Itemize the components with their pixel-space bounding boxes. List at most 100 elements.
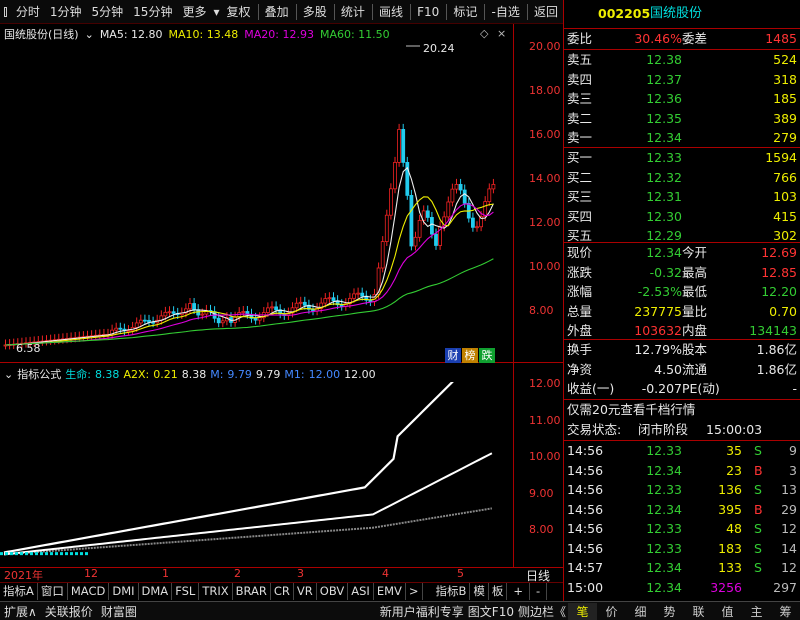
quote-row: 14:56 12.33 48 S 12 xyxy=(564,519,800,539)
m-dotted-line xyxy=(3,507,493,556)
chevron-down-icon[interactable]: ⌄ xyxy=(85,28,94,41)
tab-fsl[interactable]: FSL xyxy=(172,583,200,600)
fund-value: 1.86亿 xyxy=(756,361,797,377)
date-tick: 5 xyxy=(457,567,464,580)
indicator-chart[interactable] xyxy=(0,382,513,567)
draw-line-button[interactable]: 画线 xyxy=(374,0,408,24)
multi-stock-button[interactable]: 多股 xyxy=(298,0,332,24)
tab-5min[interactable]: 5分钟 xyxy=(87,0,129,24)
ranking-badge[interactable]: 榜 xyxy=(462,348,478,363)
a2x-value2: 8.38 xyxy=(181,367,207,381)
candle xyxy=(241,305,246,317)
ma10-line xyxy=(5,196,494,346)
stat-value: 237775 xyxy=(634,303,682,319)
quote-row: 卖三 12.36 185 xyxy=(564,89,800,109)
indicator-title[interactable]: 指标公式 xyxy=(17,366,61,382)
tab-window[interactable]: 窗口 xyxy=(38,583,68,600)
tab-price[interactable]: 价 xyxy=(597,603,626,620)
mark-button[interactable]: 标记 xyxy=(448,0,482,24)
graphic-f10-button[interactable]: 图文F10 xyxy=(466,603,516,620)
close-icon[interactable]: × xyxy=(497,27,506,40)
ask-volume: 279 xyxy=(773,130,797,145)
tab-dma[interactable]: DMA xyxy=(139,583,173,600)
tick-time: 14:56 xyxy=(567,443,604,458)
fund-value: - xyxy=(792,381,797,396)
new-user-promo[interactable]: 新用户福利专享 xyxy=(378,603,466,620)
m-label: M: xyxy=(210,367,224,381)
candle xyxy=(470,212,475,232)
tab-brar[interactable]: BRAR xyxy=(233,583,271,600)
chevron-down-icon[interactable]: ⌄ xyxy=(4,368,13,381)
status-bar: 扩展∧ 关联报价 财富圈 新用户福利专享 图文F10 侧边栏《 笔 价 细 势 … xyxy=(0,601,800,620)
tab-trend[interactable]: 势 xyxy=(655,603,684,620)
tab-tick[interactable]: 笔 xyxy=(568,602,597,620)
overlay-button[interactable]: 叠加 xyxy=(260,0,294,24)
tab-board[interactable]: 板 xyxy=(489,583,508,600)
depth-promo[interactable]: 仅需20元查看千档行情 xyxy=(567,400,695,420)
tab-cr[interactable]: CR xyxy=(271,583,294,600)
stats-button[interactable]: 统计 xyxy=(336,0,370,24)
wealth-circle-button[interactable]: 财富圈 xyxy=(97,603,141,620)
stat-label: 最高 xyxy=(682,264,708,280)
quote-panel: 002205 国统股份 委比 30.46% 委差 1485 卖五 12.38 524… xyxy=(564,0,800,600)
back-button[interactable]: 返回 xyxy=(529,0,563,24)
tab-dmi[interactable]: DMI xyxy=(109,583,139,600)
price-axis-tick: 18.00 xyxy=(529,84,561,97)
tab-template[interactable]: 模 xyxy=(470,583,489,600)
price-axis-tick: 10.00 xyxy=(529,260,561,273)
tick-time: 14:56 xyxy=(567,501,604,517)
tab-macd[interactable]: MACD xyxy=(68,583,110,600)
tab-chips[interactable]: 筹 xyxy=(771,603,800,620)
expand-button[interactable]: 扩展∧ xyxy=(0,603,41,620)
ask-label: 卖五 xyxy=(567,52,593,67)
tab-value[interactable]: 值 xyxy=(713,603,742,620)
tab-1min[interactable]: 1分钟 xyxy=(45,0,87,24)
tab-more[interactable]: 更多 xyxy=(177,0,211,24)
ask-price: 12.35 xyxy=(646,110,682,126)
tab-asi[interactable]: ASI xyxy=(348,583,374,600)
ask-price: 12.38 xyxy=(646,52,682,67)
f10-button[interactable]: F10 xyxy=(412,0,444,24)
related-quotes-button[interactable]: 关联报价 xyxy=(41,603,97,620)
tab-main[interactable]: 主 xyxy=(742,603,771,620)
adjust-button[interactable]: 复权 xyxy=(222,0,256,24)
tab-indicator-b[interactable]: 指标B xyxy=(433,583,471,600)
tab-link[interactable]: 联 xyxy=(684,603,713,620)
chevron-down-icon[interactable]: ▾ xyxy=(211,0,221,24)
tick-price: 12.34 xyxy=(646,560,682,575)
menu-icon[interactable] xyxy=(4,6,7,17)
stat-value: 12.34 xyxy=(646,245,682,260)
fund-value: -0.207 xyxy=(641,381,682,396)
ask-volume: 524 xyxy=(773,52,797,67)
sidebar-toggle[interactable]: 侧边栏《 xyxy=(516,603,568,620)
tab-vr[interactable]: VR xyxy=(294,583,317,600)
candle xyxy=(89,330,94,341)
tick-price: 12.33 xyxy=(646,540,682,556)
remove-indicator-button[interactable]: - xyxy=(530,583,548,600)
tick-volume: 3256 xyxy=(710,579,742,595)
tab-emv[interactable]: EMV xyxy=(374,583,406,600)
tab-detail[interactable]: 细 xyxy=(626,603,655,620)
drop-badge[interactable]: 跌 xyxy=(479,348,495,363)
tab-intraday[interactable]: 分时 xyxy=(11,0,45,24)
add-indicator-button[interactable]: + xyxy=(507,583,531,600)
tick-direction: S xyxy=(754,482,762,497)
diamond-icon[interactable]: ◇ xyxy=(480,27,488,40)
finance-badge[interactable]: 财 xyxy=(445,348,461,363)
tick-time: 14:56 xyxy=(567,540,604,556)
candle xyxy=(331,292,336,306)
quote-row: 买二 12.32 766 xyxy=(564,168,800,188)
tick-price: 12.34 xyxy=(646,462,682,478)
candle xyxy=(425,205,430,222)
ma5-line xyxy=(5,166,494,346)
stock-code: 002205 xyxy=(598,6,651,21)
kline-chart[interactable] xyxy=(0,44,513,362)
tab-15min[interactable]: 15分钟 xyxy=(128,0,177,24)
tab-indicator-a[interactable]: 指标A xyxy=(0,583,38,600)
tab-obv[interactable]: OBV xyxy=(317,583,349,600)
tab-trix[interactable]: TRIX xyxy=(199,583,233,600)
ask-volume: 318 xyxy=(773,71,797,87)
remove-watchlist-button[interactable]: -自选 xyxy=(487,0,525,24)
tabs-next-button[interactable]: > xyxy=(406,583,423,600)
ask-label: 卖三 xyxy=(567,91,593,106)
